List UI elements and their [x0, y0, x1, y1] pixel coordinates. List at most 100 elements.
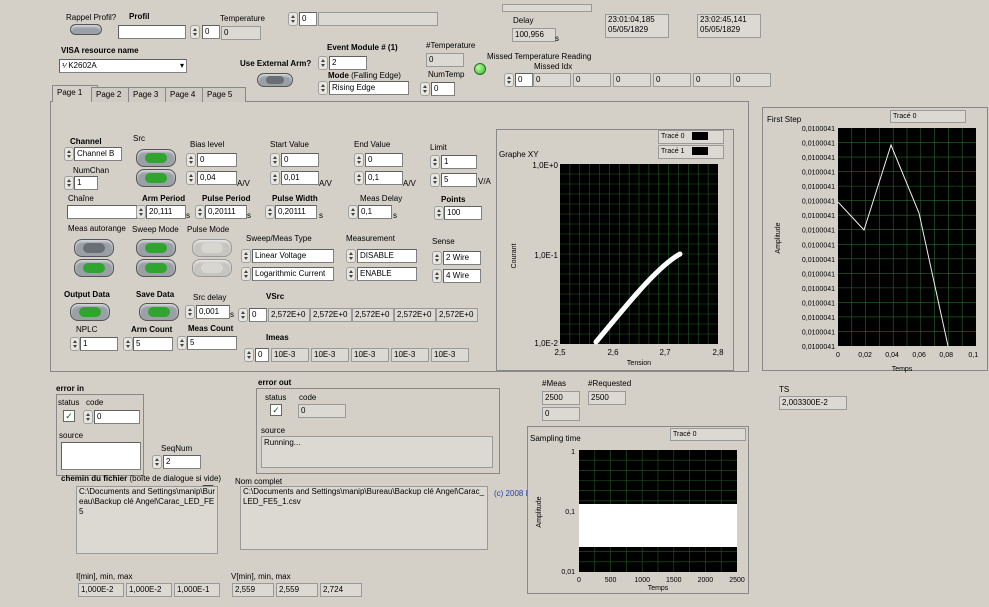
top-num-field[interactable]: 0	[299, 12, 317, 26]
event-module-spinner[interactable]	[318, 56, 328, 70]
arm-period-field[interactable]: 20,111	[146, 205, 186, 219]
visa-resource-select[interactable]: ⅟ K2602A ▾	[59, 59, 187, 73]
error-in-status-check-icon[interactable]: ✓	[63, 410, 75, 422]
mode-spinner[interactable]	[318, 81, 328, 95]
profil-num-spinner[interactable]	[190, 25, 200, 39]
seqnum-field[interactable]: 2	[163, 455, 201, 469]
bias-spinner-1[interactable]	[186, 153, 196, 167]
measurement-spinner-2[interactable]	[346, 267, 356, 281]
bias-spinner-2[interactable]	[186, 171, 196, 185]
num-temp-spinner[interactable]	[420, 82, 430, 96]
arm-count-spinner[interactable]	[123, 337, 133, 351]
chemin-field[interactable]: C:\Documents and Settings\manip\Bureau\B…	[76, 486, 218, 554]
pulse-period-field[interactable]: 0,20111	[205, 205, 247, 219]
save-data-toggle[interactable]	[139, 303, 179, 321]
imeas-cell: 10E-3	[311, 348, 349, 362]
channel-field[interactable]: Channel B	[74, 147, 122, 161]
end-label: End Value	[354, 140, 391, 149]
points-spinner[interactable]	[434, 206, 444, 220]
limit-spinner-2[interactable]	[430, 173, 440, 187]
tab-page-5[interactable]: Page 5	[202, 87, 246, 102]
output-data-toggle[interactable]	[70, 303, 110, 321]
limit-field-1[interactable]: 1	[441, 155, 477, 169]
meas-delay-spinner[interactable]	[348, 205, 358, 219]
nplc-spinner[interactable]	[70, 337, 80, 351]
chaine-field[interactable]	[67, 205, 137, 219]
missed-idx-field[interactable]: 0	[515, 73, 533, 87]
points-field[interactable]: 100	[444, 206, 482, 220]
sweep-mode-toggle-2[interactable]	[136, 259, 176, 277]
start-spinner-2[interactable]	[270, 171, 280, 185]
sense-spinner-1[interactable]	[432, 251, 442, 265]
bias-field-2[interactable]: 0,04	[197, 171, 237, 185]
meas-count-result: 2500	[542, 391, 580, 405]
bias-field-1[interactable]: 0	[197, 153, 237, 167]
graph-xy-xtick-3: 2,8	[712, 348, 724, 357]
profil-field[interactable]	[118, 25, 186, 39]
src-delay-spinner[interactable]	[185, 305, 195, 319]
pulse-mode-toggle-2[interactable]	[192, 259, 232, 277]
sweep-meas-type-spinner-1[interactable]	[241, 249, 251, 263]
sweep-mode-toggle-1[interactable]	[136, 239, 176, 257]
measurement-field-1[interactable]: DISABLE	[357, 249, 417, 263]
error-in-code-field[interactable]: 0	[94, 410, 140, 424]
num-temp-field[interactable]: 0	[431, 82, 455, 96]
error-in-source-field[interactable]	[61, 442, 141, 470]
measurement-field-2[interactable]: ENABLE	[357, 267, 417, 281]
vsrc-index-spinner[interactable]	[238, 308, 248, 322]
nplc-field[interactable]: 1	[80, 337, 118, 351]
numchan-spinner[interactable]	[64, 176, 74, 190]
pulse-mode-toggle-1[interactable]	[192, 239, 232, 257]
pulse-width-field[interactable]: 0,20111	[275, 205, 317, 219]
first-step-ylabel: Amplitude	[775, 222, 782, 253]
imeas-index-field[interactable]: 0	[255, 348, 269, 362]
top-num-spinner[interactable]	[288, 12, 298, 26]
end-field-1[interactable]: 0	[365, 153, 403, 167]
start-field-1[interactable]: 0	[281, 153, 319, 167]
missed-idx-label: Missed Idx	[534, 62, 573, 71]
first-step-xtick: 0,02	[858, 352, 872, 359]
pulse-period-spinner[interactable]	[195, 205, 205, 219]
meas-delay-field[interactable]: 0,1	[358, 205, 392, 219]
numchan-field[interactable]: 1	[74, 176, 98, 190]
channel-spinner[interactable]	[64, 147, 74, 161]
vsrc-index-field[interactable]: 0	[249, 308, 267, 322]
seqnum-spinner[interactable]	[152, 455, 162, 469]
src-delay-field[interactable]: 0,001	[196, 305, 230, 319]
timestamp-1: 23:01:04,185 05/05/1829	[605, 14, 669, 38]
src-toggle-1[interactable]	[136, 149, 176, 167]
sense-field-2[interactable]: 4 Wire	[443, 269, 481, 283]
arm-count-field[interactable]: 5	[133, 337, 173, 351]
sweep-meas-type-field-2[interactable]: Logarithmic Current	[252, 267, 334, 281]
sweep-meas-type-field-1[interactable]: Linear Voltage	[252, 249, 334, 263]
end-field-2[interactable]: 0,1	[365, 171, 403, 185]
imeas-index-spinner[interactable]	[244, 348, 254, 362]
meas-count-spinner[interactable]	[177, 336, 187, 350]
sense-field-1[interactable]: 2 Wire	[443, 251, 481, 265]
end-spinner-1[interactable]	[354, 153, 364, 167]
rappel-profil-toggle[interactable]	[70, 24, 102, 35]
profil-num-field[interactable]: 0	[202, 25, 220, 39]
chevron-down-icon[interactable]: ▾	[180, 60, 184, 72]
start-spinner-1[interactable]	[270, 153, 280, 167]
sense-spinner-2[interactable]	[432, 269, 442, 283]
pulse-width-spinner[interactable]	[265, 205, 275, 219]
meas-autorange-toggle-1[interactable]	[74, 239, 114, 257]
use-external-arm-toggle[interactable]	[257, 73, 293, 87]
src-toggle-2[interactable]	[136, 169, 176, 187]
arm-period-spinner[interactable]	[136, 205, 146, 219]
mode-field[interactable]: Rising Edge	[329, 81, 409, 95]
measurement-spinner-1[interactable]	[346, 249, 356, 263]
meas-autorange-toggle-2[interactable]	[74, 259, 114, 277]
error-in-code-spinner[interactable]	[83, 410, 93, 424]
graph-xy-legend-0[interactable]: Tracé 0	[658, 130, 724, 144]
end-spinner-2[interactable]	[354, 171, 364, 185]
timestamp-2-date: 05/05/1829	[700, 25, 741, 34]
event-module-field[interactable]: 2	[329, 56, 367, 70]
limit-field-2[interactable]: 5	[441, 173, 477, 187]
meas-count-field[interactable]: 5	[187, 336, 237, 350]
sweep-meas-type-spinner-2[interactable]	[241, 267, 251, 281]
start-field-2[interactable]: 0,01	[281, 171, 319, 185]
missed-idx-spinner[interactable]	[504, 73, 514, 87]
limit-spinner-1[interactable]	[430, 155, 440, 169]
